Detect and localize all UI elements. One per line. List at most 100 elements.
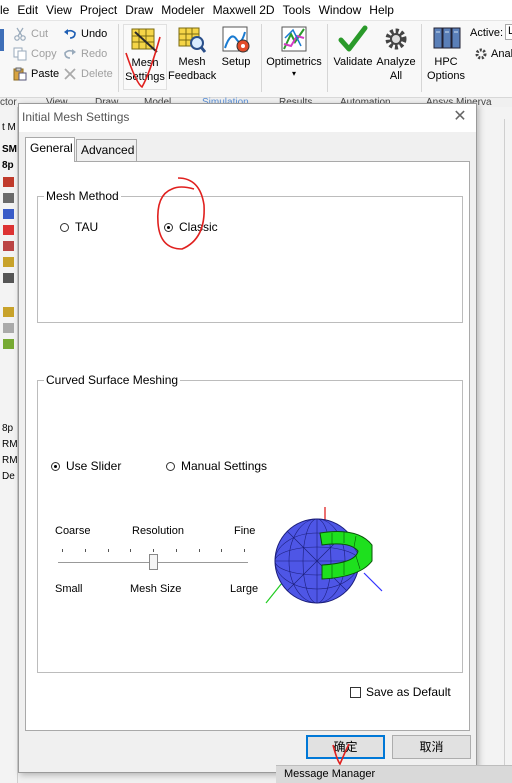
redo-button[interactable]: Redo [63, 45, 107, 63]
validate-label: Validate [333, 56, 373, 68]
panel-divider [504, 119, 505, 769]
copy-label: Copy [31, 48, 57, 60]
menu-maxwell-2d[interactable]: Maxwell 2D [213, 3, 283, 17]
dialog-title-bar[interactable]: Initial Mesh Settings ✕ [19, 104, 476, 132]
gear-icon [475, 48, 487, 60]
chevron-down-icon: ▾ [291, 69, 296, 78]
mesh-preview-image [265, 507, 383, 604]
radio-tau[interactable]: TAU [60, 220, 98, 234]
menu-window[interactable]: Window [319, 3, 370, 17]
save-as-default-label: Save as Default [366, 685, 451, 699]
menu-view[interactable]: View [46, 3, 80, 17]
slider-tick [221, 549, 222, 552]
optimetrics-button[interactable]: Optimetrics ▾ [264, 24, 324, 79]
slider-resolution-label: Resolution [132, 525, 184, 537]
tree-icon[interactable] [3, 193, 14, 203]
analyze-all-button[interactable]: Analyze All [375, 24, 417, 83]
cancel-button[interactable]: 取消 [392, 735, 471, 759]
paste-label: Paste [31, 68, 60, 80]
slider-tick [85, 549, 86, 552]
undo-button[interactable]: Undo [63, 25, 107, 43]
tree-icon[interactable] [3, 257, 14, 267]
slider-fine-label: Fine [234, 525, 256, 537]
menu-project[interactable]: Project [80, 3, 125, 17]
mesh-feedback-icon [177, 24, 207, 54]
tree-icon[interactable] [3, 225, 14, 235]
delete-button[interactable]: Delete [63, 65, 113, 83]
menu-bar: le Edit View Project Draw Modeler Maxwel… [0, 0, 512, 21]
undo-icon [64, 29, 76, 39]
copy-button[interactable]: Copy [13, 45, 57, 63]
analyze-fragment-label: Analy [491, 48, 512, 60]
slider-coarse-label: Coarse [55, 525, 91, 537]
active-value: L [508, 25, 512, 37]
tree-text: De [2, 471, 15, 482]
background-panel [476, 107, 512, 783]
tree-icon[interactable] [3, 209, 14, 219]
analyze-fragment-button[interactable]: Analy [474, 47, 512, 61]
validate-button[interactable]: Validate [331, 24, 375, 69]
mesh-method-group: Mesh Method TAU Classic [37, 177, 463, 323]
tree-text: t M [2, 122, 16, 133]
radio-manual-settings[interactable]: Manual Settings [166, 459, 267, 473]
tree-icon[interactable] [3, 323, 14, 333]
cut-label: Cut [31, 28, 49, 40]
optimetrics-label: Optimetrics [266, 56, 322, 68]
menu-file[interactable]: le [0, 3, 17, 17]
mesh-feedback-label-2: Feedback [168, 70, 217, 82]
tree-icon[interactable] [3, 307, 14, 317]
save-as-default-checkbox[interactable]: Save as Default [350, 685, 451, 699]
radio-dot [166, 461, 175, 471]
project-tree-strip: t M SM 8p 8p RM RM De [0, 107, 18, 783]
active-dropdown[interactable]: L [505, 24, 512, 40]
radio-dot-selected [51, 461, 60, 471]
curved-surface-meshing-group: Curved Surface Meshing Use Slider Manual… [37, 373, 463, 673]
mesh-feedback-label-1: Mesh [178, 56, 206, 68]
paste-button[interactable]: Paste [13, 65, 59, 83]
radio-use-slider-label: Use Slider [66, 459, 122, 473]
server-icon [431, 24, 461, 54]
redo-icon [64, 49, 76, 59]
close-icon[interactable]: ✕ [450, 107, 470, 127]
general-tab-panel: Mesh Method TAU Classic Curved Surface M… [25, 161, 470, 731]
tree-icon[interactable] [3, 241, 14, 251]
ribbon-separator [327, 24, 328, 92]
ribbon: Cut Copy Paste Undo Redo Delete Mesh Set… [0, 21, 512, 98]
cut-button[interactable]: Cut [13, 25, 48, 43]
menu-edit[interactable]: Edit [17, 3, 46, 17]
paste-icon [13, 67, 27, 81]
ribbon-separator [261, 24, 262, 92]
tree-icon[interactable] [3, 177, 14, 187]
hpc-options-label-2: Options [427, 70, 465, 82]
tree-icon[interactable] [3, 273, 14, 283]
hpc-options-button[interactable]: HPC Options [423, 24, 469, 83]
tree-icon[interactable] [3, 339, 14, 349]
mesh-resolution-slider[interactable] [58, 541, 248, 571]
redo-label: Redo [81, 48, 108, 60]
tree-text: 8p [2, 160, 14, 171]
slider-large-label: Large [230, 583, 259, 595]
message-manager-bar[interactable]: Message Manager [276, 765, 512, 783]
menu-tools[interactable]: Tools [283, 3, 319, 17]
tree-text: 8p [2, 423, 14, 434]
gear-icon [381, 24, 411, 54]
menu-draw[interactable]: Draw [125, 3, 161, 17]
slider-tick [130, 549, 131, 552]
menu-help[interactable]: Help [369, 3, 402, 17]
initial-mesh-settings-dialog: Initial Mesh Settings ✕ General Advanced… [18, 103, 477, 773]
copy-icon [13, 47, 27, 61]
radio-use-slider[interactable]: Use Slider [51, 459, 121, 473]
mesh-feedback-button[interactable]: Mesh Feedback [168, 24, 216, 83]
tab-general[interactable]: General [25, 137, 75, 162]
setup-button[interactable]: Setup [218, 24, 254, 69]
cut-icon [14, 27, 26, 41]
delete-icon [64, 68, 76, 80]
slider-tick [62, 549, 63, 552]
slider-thumb[interactable] [149, 554, 158, 570]
message-manager-label: Message Manager [284, 768, 376, 780]
annotation-circle [156, 177, 205, 250]
checkmark-icon [338, 24, 368, 54]
checkbox-box [350, 686, 361, 698]
tab-advanced[interactable]: Advanced [76, 139, 137, 161]
menu-modeler[interactable]: Modeler [161, 3, 212, 17]
